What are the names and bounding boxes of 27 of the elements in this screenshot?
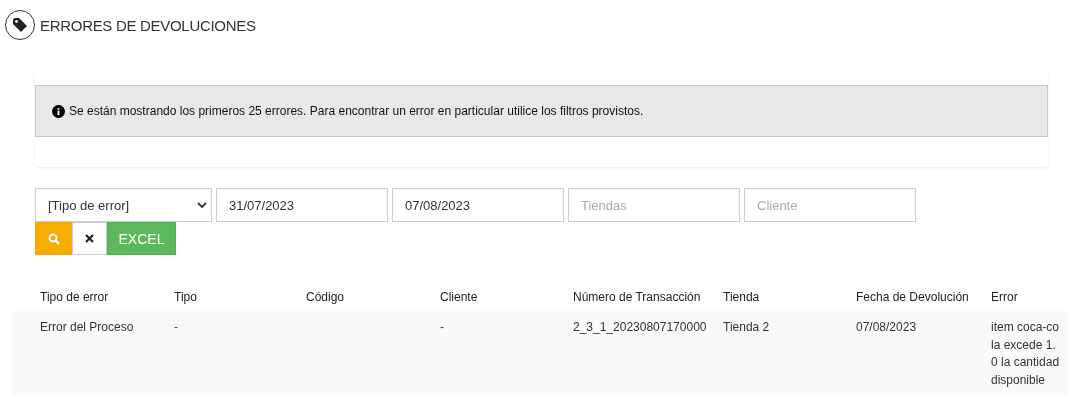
column-header: Código [306,290,346,304]
column-header: Error [991,290,1019,304]
clear-button[interactable] [72,222,107,255]
table-cell: Tienda 2 [723,320,770,334]
table-cell: 2_3_1_20230807170000 [573,320,707,334]
alert-message: Se están mostrando los primeros 25 errores. Para encontrar un error en particular utilice los filtros provistos. [69,104,644,118]
table-cell: - [174,320,178,334]
chevron-down-icon [197,201,207,209]
column-header: Número de Transacción [573,290,702,304]
close-icon [85,234,94,243]
error-type-select[interactable]: [Tipo de error] [35,188,212,222]
info-icon [52,104,65,118]
column-header: Tipo [174,290,198,304]
date-from-field[interactable]: 31/07/2023 [216,188,388,222]
date-to-field[interactable]: 07/08/2023 [392,188,564,222]
page-title: ERRORES DE DEVOLUCIONES [40,16,256,34]
column-header: Cliente [440,290,479,304]
stores-field[interactable]: Tiendas [568,188,740,222]
column-header: Fecha de Devolución [856,290,970,304]
table-cell: 07/08/2023 [856,320,917,334]
table-cell: item coca-cola excede 1.0 la cantidad disponible [991,319,1060,389]
table-cell: Error del Proceso [40,320,134,334]
client-field[interactable]: Cliente [744,188,916,222]
column-header: Tipo de error [40,290,110,304]
table-cell: - [440,320,444,334]
column-header: Tienda [723,290,761,304]
search-icon [47,232,60,245]
